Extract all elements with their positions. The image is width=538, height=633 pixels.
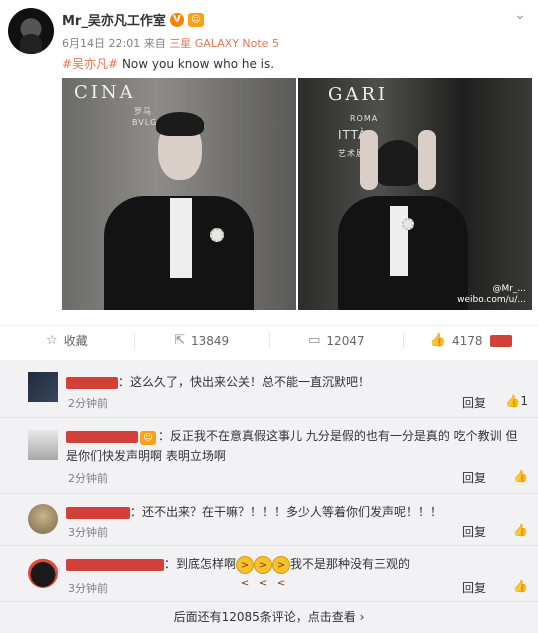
thumbs-up-icon: 👍 [513, 579, 528, 593]
redacted-username [66, 558, 164, 571]
hashtag-link[interactable]: #吴亦凡# [62, 57, 118, 71]
comment-item: ☺ ：反正我不在意真假这事儿 九分是假的也有一分是真的 吃个教训 但是你们快发声明… [0, 418, 538, 494]
redacted-username [66, 506, 130, 519]
reply-button[interactable]: 回复 [462, 469, 486, 486]
comment-list: ：这么久了，快出来公关！总不能一直沉默吧！ 2分钟前 回复 👍1 ☺ ：反正我不在… [0, 360, 538, 633]
comment-text: ：还不出来？在干嘛？！！！多少人等着你们发声呢！！！ [66, 502, 528, 522]
thumbs-up-icon: 👍 [513, 523, 528, 537]
redaction-mark [490, 334, 513, 347]
figure-shirt [170, 198, 192, 278]
comment-like-button[interactable]: 👍 [513, 579, 528, 593]
comment-time: 2分钟前 [68, 397, 108, 410]
post-text: #吴亦凡# Now you know who he is. [62, 55, 274, 72]
boutonniere [402, 218, 414, 230]
comment-content: ：这么久了，快出来公关！总不能一直沉默吧！ [118, 375, 371, 389]
figure-head-bowed [374, 140, 422, 186]
weibo-post-screen: Mr_吴亦凡工作室 V ☺ 6月14日 22:01 来自 三星 GALAXY N… [0, 0, 538, 633]
comment-avatar[interactable] [28, 372, 58, 402]
figure-shirt [390, 206, 408, 276]
reply-button[interactable]: 回复 [462, 394, 486, 411]
comment-content-2: 我不是那种没有三观的 [290, 557, 411, 571]
repost-count: 13849 [190, 333, 230, 348]
avatar[interactable] [8, 8, 54, 54]
username-link[interactable]: Mr_吴亦凡工作室 [62, 10, 166, 29]
angry-emoji-icon: >< [272, 555, 291, 589]
photo-sub-text-3: ROMA [350, 114, 379, 123]
chevron-down-icon[interactable]: ⌄ [512, 8, 528, 22]
comment-text: ：到底怎样啊 ><><><我不是那种没有三观的 [66, 554, 528, 589]
photo-banner-text: GARI [328, 84, 389, 105]
comment-item: ：还不出来？在干嘛？！！！多少人等着你们发声呢！！！ 3分钟前 回复 👍 [0, 494, 538, 546]
figure-hand-left [360, 130, 378, 190]
post-body: Now you know who he is. [118, 57, 275, 71]
repost-icon: ⇱ [174, 333, 185, 348]
comment-text: ☺ ：反正我不在意真假这事儿 九分是假的也有一分是真的 吃个教训 但是你们快发声明… [66, 426, 528, 466]
thumbs-up-icon: 👍 [429, 333, 446, 348]
comment-content: ：到底怎样啊 [164, 557, 237, 571]
vip-icon: ☺ [187, 12, 204, 27]
angry-emoji-icon: >< [236, 555, 255, 589]
reply-button[interactable]: 回复 [462, 523, 486, 540]
photo-watermark: @Mr_... weibo.com/u/... [457, 284, 526, 306]
vip-icon: ☺ [140, 431, 156, 445]
comment-like-count: 1 [520, 394, 528, 408]
post-header: Mr_吴亦凡工作室 V ☺ 6月14日 22:01 来自 三星 GALAXY N… [0, 0, 538, 80]
comment-time: 2分钟前 [68, 472, 108, 485]
photo-banner-text: CINA [74, 82, 136, 103]
repost-button[interactable]: ⇱ 13849 [135, 326, 269, 355]
photo-sub-text: 罗马 [134, 107, 152, 116]
figure-hair [156, 112, 204, 136]
watermark-handle: @Mr_... [492, 284, 526, 294]
comment-time: 3分钟前 [68, 526, 108, 539]
post-time[interactable]: 6月14日 22:01 [62, 37, 140, 50]
favorite-label: 收藏 [63, 334, 88, 348]
redacted-username [66, 376, 118, 389]
comment-like-button[interactable]: 👍 [513, 469, 528, 483]
comment-like-button[interactable]: 👍1 [505, 394, 528, 408]
post-action-bar: ☆ 收藏 ⇱ 13849 ▭ 12047 👍 4178 [0, 325, 538, 355]
favorite-button[interactable]: ☆ 收藏 [0, 326, 134, 355]
comment-like-button[interactable]: 👍 [513, 523, 528, 537]
redacted-username [66, 430, 138, 443]
comment-avatar[interactable] [28, 558, 58, 588]
comment-avatar[interactable] [28, 504, 58, 534]
post-photo-2[interactable]: GARI ROMA ITTÀ 艺术展 @Mr_... weibo.com/u/.… [298, 78, 532, 310]
comment-count: 12047 [326, 333, 365, 348]
comment-button[interactable]: ▭ 12047 [270, 326, 404, 355]
figure-hand-right [418, 130, 436, 190]
post-device[interactable]: 三星 GALAXY Note 5 [169, 37, 279, 50]
reply-button[interactable]: 回复 [462, 579, 486, 596]
post-meta: 6月14日 22:01 来自 三星 GALAXY Note 5 [62, 35, 279, 51]
post-via: 来自 [143, 37, 166, 50]
comment-item: ：到底怎样啊 ><><><我不是那种没有三观的 3分钟前 回复 👍 [0, 546, 538, 602]
comment-item: ：这么久了，快出来公关！总不能一直沉默吧！ 2分钟前 回复 👍1 [0, 360, 538, 418]
thumbs-up-icon: 👍 [513, 469, 528, 483]
comment-avatar[interactable] [28, 430, 58, 460]
username-row: Mr_吴亦凡工作室 V ☺ [62, 10, 204, 29]
like-count: 4178 [451, 333, 483, 348]
comment-icon: ▭ [308, 333, 321, 348]
post-photo-1[interactable]: CINA 罗马 BVLGARI [62, 78, 296, 310]
thumbs-up-icon: 👍 [505, 394, 521, 408]
comment-content: ：还不出来？在干嘛？！！！多少人等着你们发声呢！！！ [130, 505, 443, 519]
watermark-url: weibo.com/u/... [457, 295, 526, 305]
verified-icon: V [169, 12, 184, 27]
comment-time: 3分钟前 [68, 582, 108, 595]
comment-text: ：这么久了，快出来公关！总不能一直沉默吧！ [66, 372, 528, 392]
like-button[interactable]: 👍 4178 [404, 326, 538, 355]
view-more-comments-link[interactable]: 后面还有12085条评论，点击查看 › [0, 603, 538, 631]
angry-emoji-icon: >< [254, 555, 273, 589]
boutonniere [210, 228, 224, 242]
star-icon: ☆ [46, 333, 58, 348]
